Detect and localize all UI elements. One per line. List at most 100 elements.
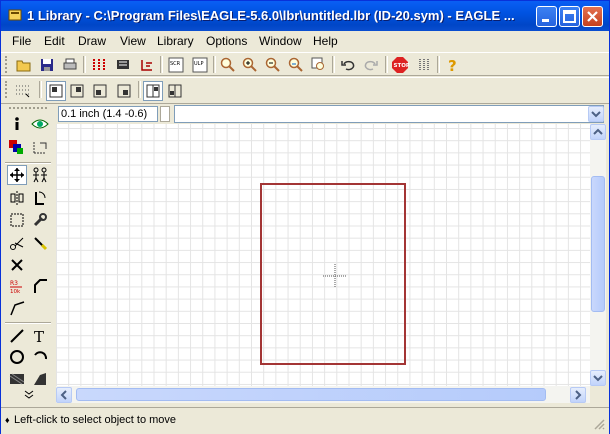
board-button[interactable]	[113, 55, 133, 75]
split-tool[interactable]	[7, 298, 27, 318]
polygon-tool[interactable]	[30, 369, 50, 389]
mark-icon	[33, 141, 47, 154]
svg-text:10k: 10k	[10, 289, 21, 294]
window-title: 1 Library - C:\Program Files\EAGLE-5.6.0…	[27, 8, 515, 23]
mirror-off-button[interactable]	[143, 81, 163, 101]
help-button[interactable]: ?	[443, 55, 463, 75]
delete-tool[interactable]	[7, 255, 27, 275]
zoom-select-icon	[311, 57, 324, 70]
cam-icon	[93, 59, 105, 71]
command-input[interactable]	[174, 105, 604, 123]
polygon-icon	[34, 373, 46, 385]
info-tool[interactable]	[7, 114, 27, 134]
chevron-up-icon	[593, 128, 603, 135]
command-history-toggle[interactable]	[160, 106, 170, 122]
info-icon	[15, 117, 19, 130]
eye-icon	[31, 119, 49, 129]
paste-tool[interactable]	[30, 233, 50, 253]
command-dropdown-button[interactable]	[588, 106, 604, 122]
scroll-left-button[interactable]	[56, 387, 72, 403]
change-tool[interactable]	[30, 210, 50, 230]
close-button[interactable]	[582, 6, 603, 27]
name-tool[interactable]: R3 10k	[7, 276, 27, 296]
open-icon	[16, 60, 31, 72]
scroll-down-button[interactable]	[590, 370, 606, 386]
layer-display-2-button[interactable]	[67, 81, 87, 101]
toolbar-grip[interactable]	[9, 107, 47, 109]
arc-icon	[34, 351, 48, 360]
minimize-button[interactable]	[536, 6, 557, 27]
arc-tool[interactable]	[30, 347, 50, 367]
copy-tool[interactable]	[30, 165, 50, 185]
menu-file[interactable]: File	[12, 34, 31, 48]
menu-options[interactable]: Options	[206, 34, 247, 48]
move-tool[interactable]	[7, 165, 27, 185]
redo-button[interactable]	[361, 55, 381, 75]
layer-display-1-button[interactable]	[46, 81, 66, 101]
cut-tool[interactable]	[7, 233, 27, 253]
rect-icon	[9, 373, 25, 385]
wrench-icon	[33, 213, 47, 227]
scroll-right-button[interactable]	[570, 387, 586, 403]
mark-tool[interactable]	[30, 137, 50, 157]
layers-icon	[9, 140, 23, 154]
show-tool[interactable]	[30, 114, 50, 134]
separator	[160, 56, 163, 73]
menu-library[interactable]: Library	[157, 34, 194, 48]
grid-icon	[16, 85, 30, 98]
stop-button[interactable]: STOP	[390, 55, 410, 75]
menu-edit[interactable]: Edit	[44, 34, 65, 48]
go-button[interactable]	[414, 55, 434, 75]
rect-tool[interactable]	[7, 369, 27, 389]
wire-tool[interactable]	[7, 326, 27, 346]
more-tools-button[interactable]	[19, 388, 39, 402]
schematic-button[interactable]	[137, 55, 157, 75]
resize-grip-icon[interactable]	[593, 418, 605, 430]
zoom-in-button[interactable]	[240, 55, 260, 75]
ulp-button[interactable]: ULP	[190, 55, 210, 75]
menu-window[interactable]: Window	[259, 34, 302, 48]
layer-display-4-button[interactable]	[114, 81, 134, 101]
circle-tool[interactable]	[7, 347, 27, 367]
script-button[interactable]: SCR	[166, 55, 186, 75]
zoom-fit-button[interactable]	[218, 55, 238, 75]
horizontal-scroll-thumb[interactable]	[76, 388, 546, 401]
zoom-redraw-button[interactable]	[286, 55, 306, 75]
open-button[interactable]	[14, 55, 34, 75]
rotate-tool[interactable]	[30, 188, 50, 208]
vertical-scrollbar[interactable]	[590, 124, 606, 386]
panel-icon	[146, 84, 160, 98]
redo-icon	[364, 60, 378, 71]
toolbar-grip[interactable]	[5, 56, 10, 73]
grid-button[interactable]	[13, 81, 33, 101]
layer-top-icon	[49, 84, 63, 98]
zoom-select-button[interactable]	[309, 55, 329, 75]
layer-display-3-button[interactable]	[90, 81, 110, 101]
group-tool[interactable]	[7, 210, 27, 230]
mirror-tool[interactable]	[7, 188, 27, 208]
miter-tool[interactable]	[30, 276, 50, 296]
chevron-down-icon	[24, 390, 34, 399]
title-bar[interactable]: 1 Library - C:\Program Files\EAGLE-5.6.0…	[1, 1, 609, 31]
display-tool[interactable]	[7, 137, 27, 157]
maximize-button[interactable]	[559, 6, 580, 27]
vertical-scroll-thumb[interactable]	[591, 176, 605, 312]
scroll-up-button[interactable]	[590, 124, 606, 140]
menu-help[interactable]: Help	[313, 34, 338, 48]
go-icon	[419, 59, 429, 71]
horizontal-scrollbar[interactable]	[56, 386, 590, 403]
mirror-on-button[interactable]	[165, 81, 185, 101]
menu-view[interactable]: View	[120, 34, 146, 48]
toolbar-grip[interactable]	[5, 81, 10, 98]
undo-button[interactable]	[338, 55, 358, 75]
print-button[interactable]	[60, 55, 80, 75]
cam-button[interactable]	[89, 55, 109, 75]
menu-draw[interactable]: Draw	[78, 34, 106, 48]
status-text: Left-click to select object to move	[14, 414, 177, 426]
save-button[interactable]	[37, 55, 57, 75]
drawing-canvas[interactable]	[56, 124, 590, 386]
zoom-out-button[interactable]	[263, 55, 283, 75]
board-icon	[117, 60, 129, 69]
layer-icon	[117, 84, 131, 98]
text-tool[interactable]: T	[30, 326, 50, 346]
